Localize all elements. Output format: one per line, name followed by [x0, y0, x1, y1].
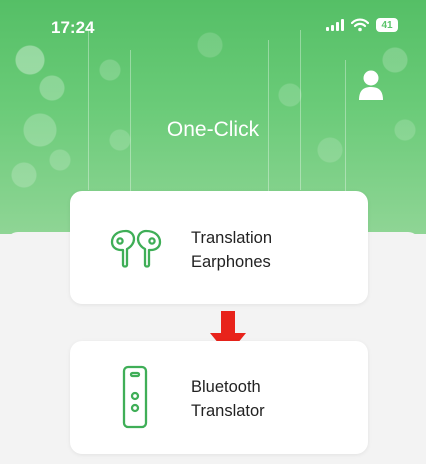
- bluetooth-translator-option[interactable]: Bluetooth Translator: [70, 341, 368, 454]
- person-icon[interactable]: [356, 68, 386, 102]
- cellular-signal-icon: [326, 19, 344, 31]
- light-streak: [300, 30, 301, 190]
- translator-device-icon: [122, 365, 148, 429]
- option-label: Translation Earphones: [191, 226, 272, 274]
- option-label-line: Translator: [191, 402, 265, 420]
- battery-level: 41: [381, 19, 393, 31]
- translation-earphones-option[interactable]: Translation Earphones: [70, 191, 368, 304]
- status-time: 17:24: [51, 18, 95, 37]
- option-label-line: Bluetooth: [191, 378, 261, 396]
- battery-icon: 41: [376, 18, 398, 32]
- page-title: One-Click: [166, 118, 260, 141]
- light-streak: [88, 30, 89, 190]
- earbuds-icon: [110, 229, 162, 268]
- option-label-line: Earphones: [191, 253, 271, 271]
- option-label: Bluetooth Translator: [191, 375, 265, 423]
- status-bar: 17:24 41: [0, 0, 426, 44]
- wifi-icon: [351, 18, 369, 32]
- option-label-line: Translation: [191, 229, 273, 247]
- status-icons: 41: [326, 18, 398, 32]
